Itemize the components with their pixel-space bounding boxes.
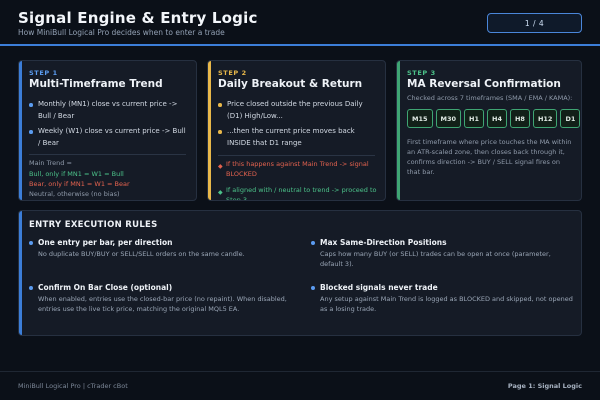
timeframe-chip-h8: H8 xyxy=(509,109,530,128)
timeframe-chip-m15: M15 xyxy=(407,109,433,128)
step-1-accent-bar xyxy=(19,61,22,200)
entry-rules-title: ENTRY EXECUTION RULES xyxy=(29,220,158,230)
step-1-title: Multi-Timeframe Trend xyxy=(29,78,163,90)
bear-rule: Bear, only if MN1 = W1 = Bear xyxy=(29,180,130,188)
step-1-tag: STEP 1 xyxy=(29,69,58,77)
step-3-card: STEP 3 MA Reversal Confirmation Checked … xyxy=(396,60,582,201)
timeframe-chip-h1: H1 xyxy=(464,109,484,128)
step-1-card: STEP 1 Multi-Timeframe Trend Monthly (MN… xyxy=(18,60,197,201)
timeframe-chip-m30: M30 xyxy=(435,109,462,128)
rule-title: Max Same-Direction Positions xyxy=(320,238,447,247)
proceed-rule: ◆ If aligned with / neutral to trend -> p… xyxy=(218,186,377,201)
footer-page-label: Page 1: Signal Logic xyxy=(507,382,582,390)
step-3-title: MA Reversal Confirmation xyxy=(407,78,561,90)
page-subtitle: How MiniBull Logical Pro decides when to… xyxy=(18,28,225,37)
diamond-icon: ◆ xyxy=(218,163,223,170)
rule-title: Confirm On Bar Close (optional) xyxy=(38,283,173,292)
bullet-icon xyxy=(29,241,33,245)
page-title: Signal Engine & Entry Logic xyxy=(18,9,258,27)
neutral-rule: Neutral, otherwise (no bias) xyxy=(29,190,120,198)
step-2-divider xyxy=(218,155,375,156)
footer-product-label: MiniBull Logical Pro | cTrader cBot xyxy=(18,382,128,390)
bullet-icon xyxy=(29,103,33,107)
timeframe-chip-row: M15 M30 H1 H4 H8 H12 D1 xyxy=(407,109,581,128)
list-item: Price closed outside the previous Daily … xyxy=(218,99,377,122)
entry-rules-card: ENTRY EXECUTION RULES One entry per bar,… xyxy=(18,210,582,336)
timeframes-caption: Checked across 7 timeframes (SMA / EMA /… xyxy=(407,94,573,102)
step-1-bullet-list: Monthly (MN1) close vs current price -> … xyxy=(29,99,188,153)
list-item: Weekly (W1) close vs current price -> Bu… xyxy=(29,126,188,149)
rule-description: Caps how many BUY (or SELL) trades can b… xyxy=(320,250,551,268)
step-2-bullet-list: Price closed outside the previous Daily … xyxy=(218,99,377,153)
entry-rules-accent-bar xyxy=(19,211,22,335)
bullet-icon xyxy=(311,241,315,245)
footer-divider xyxy=(0,371,600,372)
timeframe-chip-d1: D1 xyxy=(560,109,581,128)
step-2-card: STEP 2 Daily Breakout & Return Price clo… xyxy=(207,60,386,201)
bullet-icon xyxy=(218,130,222,134)
page-header: Signal Engine & Entry Logic How MiniBull… xyxy=(0,0,600,46)
step-2-tag: STEP 2 xyxy=(218,69,247,77)
page-indicator-button[interactable]: 1 / 4 xyxy=(487,13,582,33)
bullet-icon xyxy=(29,130,33,134)
rule-title: Blocked signals never trade xyxy=(320,283,438,292)
bullet-icon xyxy=(311,286,315,290)
list-item: ...then the current price moves back INS… xyxy=(218,126,377,149)
timeframe-chip-h4: H4 xyxy=(487,109,507,128)
list-item: Monthly (MN1) close vs current price -> … xyxy=(29,99,188,122)
diamond-icon: ◆ xyxy=(218,189,223,196)
step-2-accent-bar xyxy=(208,61,211,200)
step-2-title: Daily Breakout & Return xyxy=(218,78,363,90)
step-3-accent-bar xyxy=(397,61,400,200)
rule-description: When enabled, entries use the closed-bar… xyxy=(38,295,287,313)
rule-title: One entry per bar, per direction xyxy=(38,238,173,247)
timeframe-chip-h12: H12 xyxy=(532,109,558,128)
bullet-icon xyxy=(29,286,33,290)
rule-description: Any setup against Main Trend is logged a… xyxy=(320,295,573,313)
step-3-description: First timeframe where price touches the … xyxy=(407,138,572,176)
bull-rule: Bull, only if MN1 = W1 = Bull xyxy=(29,170,124,178)
main-trend-label: Main Trend = xyxy=(29,159,72,167)
blocked-rule: ◆ If this happens against Main Trend -> s… xyxy=(218,160,369,178)
step-1-divider xyxy=(29,154,186,155)
rule-description: No duplicate BUY/BUY or SELL/SELL orders… xyxy=(38,250,245,258)
bullet-icon xyxy=(218,103,222,107)
step-3-tag: STEP 3 xyxy=(407,69,436,77)
